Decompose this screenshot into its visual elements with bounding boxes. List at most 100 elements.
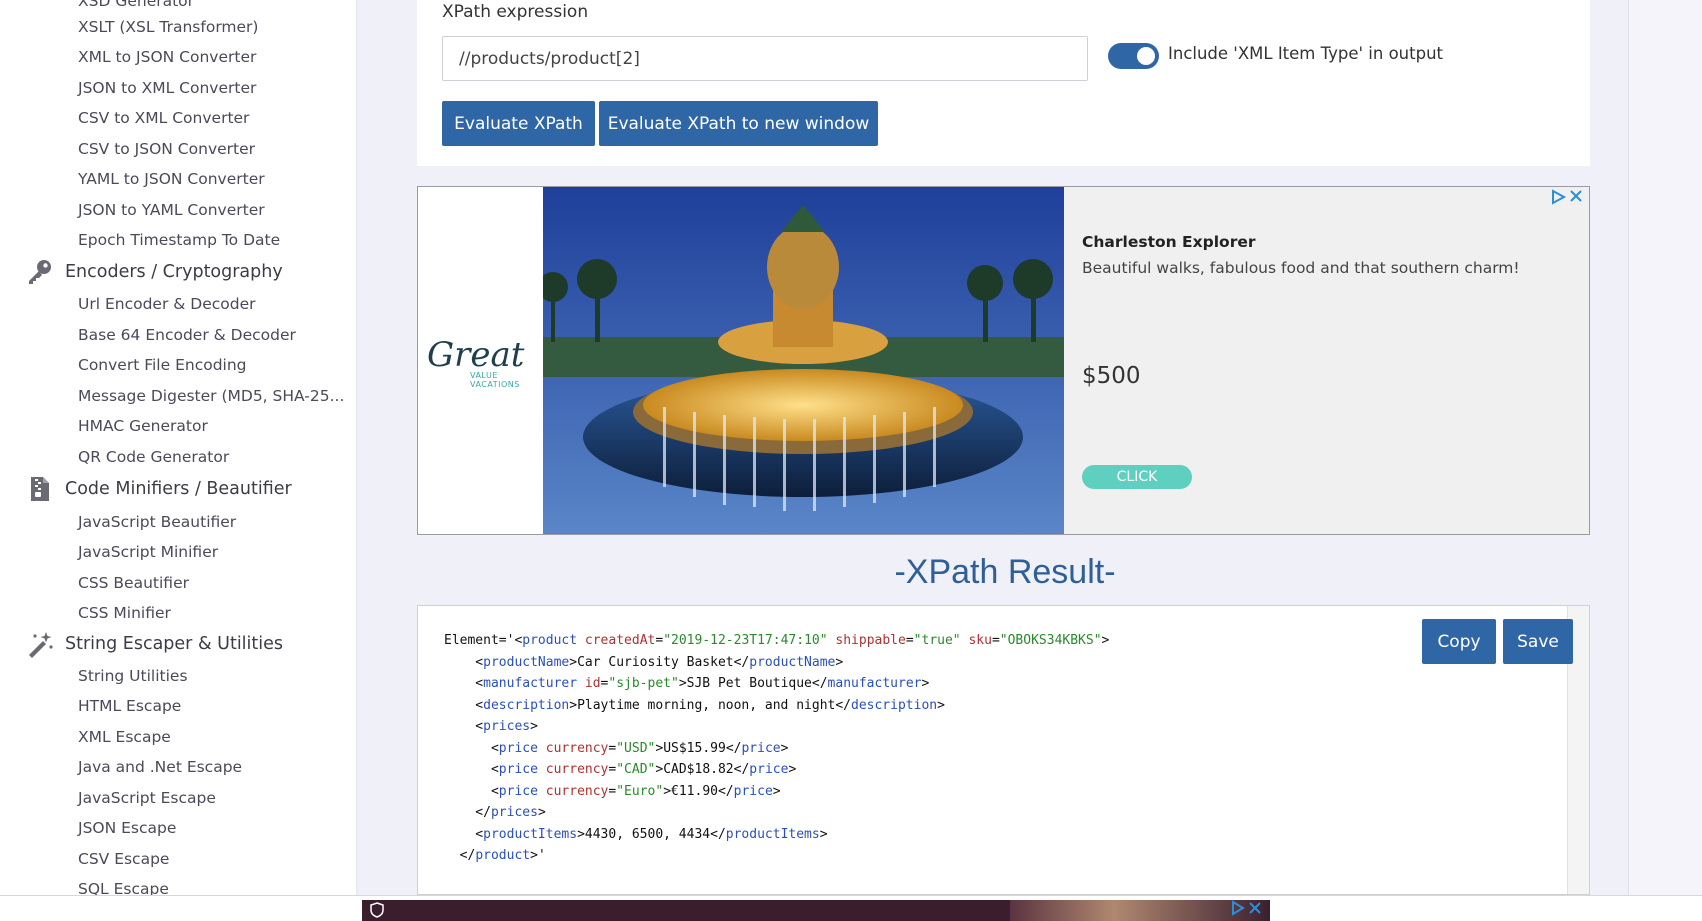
sidebar-item-csv-escape[interactable]: CSV Escape (78, 850, 169, 868)
code-attr: createdAt (584, 633, 656, 648)
evaluate-xpath-button[interactable]: Evaluate XPath (442, 101, 595, 146)
xpath-result-title: -XPath Result- (894, 553, 1116, 591)
code-text: Playtime morning, noon, and night (577, 697, 836, 713)
code-attr: sku (968, 633, 992, 648)
code-text: US$15.99 (663, 740, 726, 756)
code-value: "CAD" (616, 762, 656, 777)
code-tag: productName (749, 654, 836, 670)
sidebar-category-label: String Escaper & Utilities (65, 634, 284, 654)
code-text: Element='< (444, 633, 523, 648)
code-text: 4430, 6500, 4434 (584, 826, 711, 842)
sidebar-item-epoch-timestamp[interactable]: Epoch Timestamp To Date (78, 231, 280, 249)
code-value: "2019-12-23T17:47:10" (663, 633, 828, 648)
ad-description: Beautiful walks, fabulous food and that … (1082, 259, 1520, 277)
sidebar-category-encoders[interactable]: Encoders / Cryptography (26, 258, 283, 286)
code-value: "true" (913, 633, 961, 648)
sidebar-item-sql-escape[interactable]: SQL Escape (78, 880, 169, 895)
sidebar-item-csv-to-json[interactable]: CSV to JSON Converter (78, 140, 255, 158)
ad-fountain-photo (543, 187, 1064, 534)
sidebar-item-yaml-to-json[interactable]: YAML to JSON Converter (78, 170, 265, 188)
key-icon (26, 258, 54, 286)
code-tag: product (522, 633, 578, 648)
xpath-result-code[interactable]: Element='<product createdAt="2019-12-23T… (444, 630, 1109, 867)
code-tag: price (741, 740, 781, 756)
xpath-expression-input[interactable] (442, 36, 1088, 81)
ad-brand-name: Great (427, 335, 525, 375)
sidebar-category-strings[interactable]: String Escaper & Utilities (26, 630, 283, 658)
sidebar-item-js-beautifier[interactable]: JavaScript Beautifier (78, 513, 236, 531)
xpath-result-panel: Element='<product createdAt="2019-12-23T… (417, 605, 1590, 895)
code-tag: prices (483, 719, 531, 734)
code-value: "OBOKS34KBKS" (999, 633, 1102, 648)
code-tag: description (851, 697, 938, 713)
include-item-type-toggle[interactable] (1108, 43, 1159, 69)
code-value: "sjb-pet" (608, 676, 679, 691)
code-tag: manufacturer (483, 676, 578, 691)
ad-choices-icon[interactable] (1549, 188, 1585, 210)
code-tag: description (483, 697, 570, 713)
sidebar-item-java-net-escape[interactable]: Java and .Net Escape (78, 758, 242, 776)
code-tag: price (733, 783, 773, 799)
right-gutter (1628, 0, 1702, 895)
ad-brand-subtitle: VALUE VACATIONS (470, 371, 520, 389)
code-text: Car Curiosity Basket (577, 654, 734, 670)
code-text: SJB Pet Boutique (686, 676, 812, 691)
sidebar-item-xml-escape[interactable]: XML Escape (78, 728, 171, 746)
code-tag: price (498, 740, 538, 756)
sidebar-item-json-escape[interactable]: JSON Escape (78, 819, 176, 837)
save-button[interactable]: Save (1503, 619, 1573, 664)
sidebar-item-message-digester[interactable]: Message Digester (MD5, SHA-25... (78, 387, 344, 405)
sidebar-category-label: Encoders / Cryptography (65, 262, 283, 282)
xpath-expression-label: XPath expression (442, 2, 589, 22)
sidebar-item-base64[interactable]: Base 64 Encoder & Decoder (78, 326, 296, 344)
ad-click-button[interactable]: CLICK (1082, 465, 1192, 489)
sidebar-item-string-utilities[interactable]: String Utilities (78, 667, 188, 685)
code-tag: manufacturer (827, 676, 922, 691)
shield-icon (370, 902, 384, 918)
include-item-type-label: Include 'XML Item Type' in output (1168, 44, 1444, 63)
code-attr: currency (545, 762, 609, 777)
code-attr: currency (545, 740, 609, 756)
toggle-knob (1137, 47, 1155, 65)
code-attr: currency (545, 783, 609, 799)
code-attr: shippable (835, 633, 906, 648)
sidebar-item-hmac[interactable]: HMAC Generator (78, 417, 208, 435)
advertisement[interactable]: Great VALUE VACATIONS Charleston Explore (417, 186, 1590, 535)
code-text: €11.90 (671, 783, 718, 799)
sidebar-item-html-escape[interactable]: HTML Escape (78, 697, 181, 715)
code-value: "Euro" (616, 783, 664, 799)
code-attr: id (584, 676, 601, 691)
evaluate-xpath-new-window-button[interactable]: Evaluate XPath to new window (599, 101, 878, 146)
code-tag: price (498, 783, 538, 799)
code-tag: price (749, 762, 789, 777)
sidebar-item-javascript-escape[interactable]: JavaScript Escape (78, 789, 216, 807)
ad-price: $500 (1082, 363, 1141, 389)
ad-brand-logo: Great VALUE VACATIONS (418, 187, 543, 534)
sidebar-item-json-to-xml[interactable]: JSON to XML Converter (78, 79, 256, 97)
sidebar-category-minifiers[interactable]: Code Minifiers / Beautifier (26, 475, 292, 503)
code-text: ' (537, 848, 546, 863)
zip-file-icon (26, 475, 54, 503)
code-tag: productName (483, 654, 570, 670)
sidebar-item-xml-to-json[interactable]: XML to JSON Converter (78, 48, 256, 66)
sidebar-item-xslt[interactable]: XSLT (XSL Transformer) (78, 18, 258, 36)
code-tag: productItems (483, 826, 578, 842)
sidebar-item-file-encoding[interactable]: Convert File Encoding (78, 356, 247, 374)
code-tag: prices (490, 805, 538, 820)
sidebar-item-qr-code[interactable]: QR Code Generator (78, 448, 229, 466)
code-tag: productItems (725, 826, 820, 842)
magic-wand-icon (26, 630, 54, 658)
sidebar-item-json-to-yaml[interactable]: JSON to YAML Converter (78, 201, 265, 219)
sidebar-item-csv-to-xml[interactable]: CSV to XML Converter (78, 109, 249, 127)
bottom-ad-choices-icon[interactable] (1230, 899, 1264, 921)
bottom-advertisement[interactable] (362, 900, 1270, 921)
code-value: "USD" (616, 740, 656, 756)
sidebar-item-url-encoder[interactable]: Url Encoder & Decoder (78, 295, 256, 313)
copy-button[interactable]: Copy (1422, 619, 1496, 664)
code-text: CAD$18.82 (663, 762, 734, 777)
code-tag: price (498, 762, 538, 777)
code-tag: product (475, 848, 531, 863)
sidebar-item-css-minifier[interactable]: CSS Minifier (78, 604, 171, 622)
sidebar-item-xsd-generator[interactable]: XSD Generator (78, 0, 194, 10)
ad-title: Charleston Explorer (1082, 233, 1256, 251)
